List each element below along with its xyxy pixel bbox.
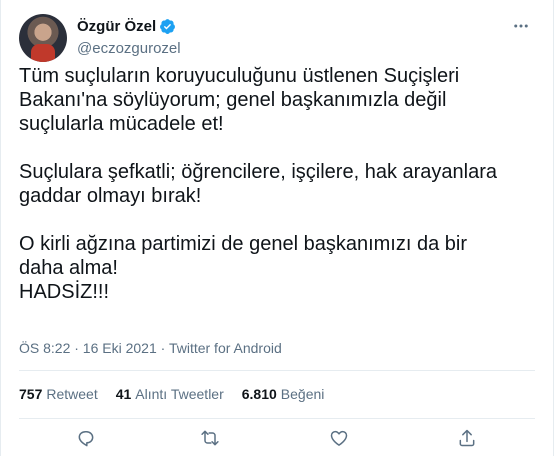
verified-badge-icon	[160, 19, 176, 34]
tweet-timestamp[interactable]: ÖS 8:22 · 16 Eki 2021 · Twitter for Andr…	[19, 340, 282, 356]
likes-label: Beğeni	[280, 386, 325, 402]
divider	[19, 418, 535, 419]
like-icon	[330, 430, 348, 446]
tweet-actions	[1, 420, 554, 456]
author-handle[interactable]: @eczozgurozel	[77, 40, 181, 57]
tweet-stats: 757 Retweet 41 Alıntı Tweetler 6.810 Beğeni	[19, 386, 324, 402]
retweets-stat[interactable]: 757 Retweet	[19, 386, 98, 402]
likes-count: 6.810	[241, 386, 277, 402]
tweet-line: Suçlulara şefkatli; öğrencilere, işçiler…	[19, 161, 498, 183]
tweet-paragraph: O kirli ağzına partimizi de genel başkan…	[19, 232, 524, 304]
retweet-icon	[201, 430, 219, 446]
avatar[interactable]	[19, 14, 67, 62]
tweet-card: Özgür Özel @eczozgurozel Tüm suçluların …	[0, 0, 554, 456]
tweet-line: suçlularla mücadele et!	[19, 113, 224, 135]
tweet-paragraph: Suçlulara şefkatli; öğrencilere, işçiler…	[19, 160, 524, 208]
like-button[interactable]	[327, 426, 351, 450]
tweet-line: HADSİZ!!!	[19, 281, 110, 303]
retweets-count: 757	[19, 386, 43, 402]
retweet-button[interactable]	[198, 426, 222, 450]
quotes-stat[interactable]: 41 Alıntı Tweetler	[116, 386, 224, 402]
share-icon	[459, 429, 475, 447]
quotes-count: 41	[115, 386, 132, 402]
reply-button[interactable]	[74, 426, 98, 450]
likes-stat[interactable]: 6.810 Beğeni	[242, 386, 325, 402]
more-icon[interactable]	[509, 14, 533, 38]
quotes-label: Alıntı Tweetler	[135, 386, 224, 402]
divider	[19, 370, 535, 371]
tweet-line: daha alma!	[19, 257, 118, 279]
share-button[interactable]	[455, 426, 479, 450]
tweet-header: Özgür Özel @eczozgurozel	[19, 14, 539, 62]
tweet-line: gaddar olmayı bırak!	[19, 185, 202, 207]
tweet-text: Tüm suçluların koruyuculuğunu üstlenen S…	[19, 64, 524, 328]
tweet-line: Bakanı'na söylüyorum; genel başkanımızla…	[19, 89, 447, 111]
retweets-label: Retweet	[46, 386, 98, 402]
tweet-paragraph: Tüm suçluların koruyuculuğunu üstlenen S…	[19, 64, 524, 136]
tweet-line: Tüm suçluların koruyuculuğunu üstlenen S…	[19, 65, 460, 87]
author-display-name[interactable]: Özgür Özel	[77, 18, 156, 35]
reply-icon	[78, 431, 94, 447]
tweet-line: O kirli ağzına partimizi de genel başkan…	[19, 233, 467, 255]
author-name-row: Özgür Özel	[77, 18, 176, 35]
